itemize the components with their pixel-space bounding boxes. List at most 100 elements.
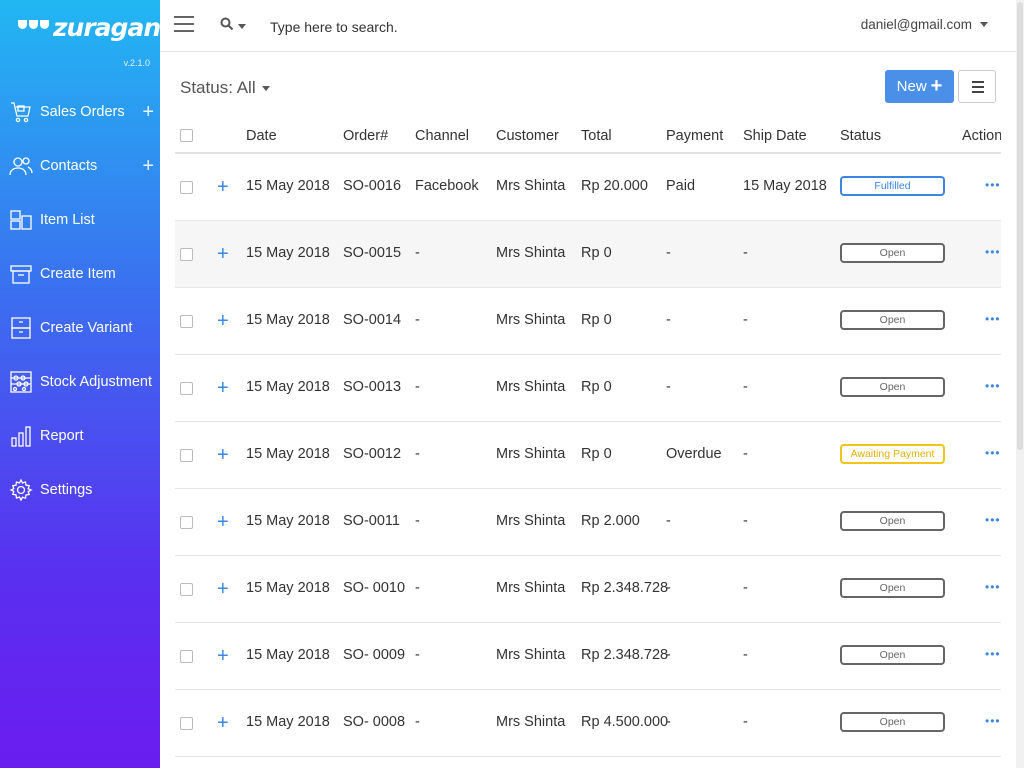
sidebar: zuragan v.2.1.0 Sales Orders + Contacts … <box>0 0 161 768</box>
table-row[interactable]: +15 May 2018 SO- 0009- Mrs Shinta Rp 2.348.… <box>175 623 1001 690</box>
table-row[interactable]: +15 May 2018 SO-0016 Facebook Mrs Shinta Rp … <box>175 154 1001 221</box>
row-actions-icon[interactable]: ••• <box>985 446 1001 460</box>
column-header-total[interactable]: Total <box>581 128 612 144</box>
table-row[interactable]: +15 May 2018 SO-0015- Mrs Shinta Rp 0- - Open… <box>175 221 1001 288</box>
search-icon <box>220 17 234 36</box>
row-checkbox[interactable] <box>180 315 193 328</box>
status-badge: Open <box>840 712 945 732</box>
column-header-channel[interactable]: Channel <box>415 128 469 144</box>
page-scrollbar[interactable] <box>1016 0 1024 768</box>
row-checkbox[interactable] <box>180 516 193 529</box>
sidebar-item-contacts[interactable]: Contacts + <box>0 139 160 193</box>
cell-order-number[interactable]: SO-0014 <box>343 312 401 328</box>
user-menu[interactable]: daniel@gmail.com <box>861 17 988 32</box>
row-actions-icon[interactable]: ••• <box>985 580 1001 594</box>
row-checkbox[interactable] <box>180 382 193 395</box>
table-row[interactable]: +15 May 2018 SO-0012- Mrs Shinta Rp 0 Overdu… <box>175 422 1001 489</box>
cell-order-number[interactable]: SO- 0010 <box>343 580 405 596</box>
list-view-button[interactable] <box>958 70 996 103</box>
status-badge: Open <box>840 645 945 665</box>
sidebar-item-report[interactable]: Report <box>0 409 160 463</box>
column-header-status[interactable]: Status <box>840 128 881 144</box>
cell-total: Rp 4.500.000 <box>581 714 669 730</box>
expand-row-icon[interactable]: + <box>217 713 229 733</box>
sidebar-item-settings[interactable]: Settings <box>0 463 160 517</box>
cell-order-number[interactable]: SO-0013 <box>343 379 401 395</box>
row-actions-icon[interactable]: ••• <box>985 714 1001 728</box>
cell-total: Rp 0 <box>581 446 612 462</box>
row-checkbox[interactable] <box>180 583 193 596</box>
table-row[interactable]: +15 May 2018 SO- 0010- Mrs Shinta Rp 2.348.… <box>175 556 1001 623</box>
chevron-down-icon <box>261 85 270 91</box>
add-contact-icon[interactable]: + <box>142 156 154 176</box>
row-actions-icon[interactable]: ••• <box>985 647 1001 661</box>
cell-payment: - <box>666 580 671 596</box>
table-row[interactable]: +15 May 2018 SO- 0008- Mrs Shinta Rp 4.500.… <box>175 690 1001 757</box>
scrollbar-thumb[interactable] <box>1017 2 1023 450</box>
cell-order-number[interactable]: SO-0016 <box>343 178 401 194</box>
search-input[interactable] <box>270 15 570 39</box>
row-checkbox[interactable] <box>180 650 193 663</box>
column-header-ship-date[interactable]: Ship Date <box>743 128 807 144</box>
expand-row-icon[interactable]: + <box>217 177 229 197</box>
row-actions-icon[interactable]: ••• <box>985 379 1001 393</box>
expand-row-icon[interactable]: + <box>217 311 229 331</box>
cell-date: 15 May 2018 <box>246 446 330 462</box>
cell-payment: Overdue <box>666 446 722 462</box>
top-bar: daniel@gmail.com <box>160 0 1016 52</box>
table-row[interactable]: +15 May 2018 SO-0014- Mrs Shinta Rp 0- - Open… <box>175 288 1001 355</box>
column-header-order[interactable]: Order# <box>343 128 388 144</box>
contacts-icon <box>8 153 34 179</box>
row-checkbox[interactable] <box>180 181 193 194</box>
sidebar-item-item-list[interactable]: Item List <box>0 193 160 247</box>
status-filter-dropdown[interactable]: Status: All <box>180 78 270 98</box>
zuragan-logo[interactable]: zuragan <box>18 12 161 42</box>
expand-row-icon[interactable]: + <box>217 646 229 666</box>
row-checkbox[interactable] <box>180 449 193 462</box>
row-checkbox[interactable] <box>180 717 193 730</box>
cell-payment: - <box>666 379 671 395</box>
cell-order-number[interactable]: SO-0012 <box>343 446 401 462</box>
chevron-down-icon <box>980 22 988 27</box>
select-all-checkbox[interactable] <box>180 129 193 142</box>
cell-order-number[interactable]: SO-0015 <box>343 245 401 261</box>
sidebar-item-create-variant[interactable]: Create Variant <box>0 301 160 355</box>
cell-total: Rp 20.000 <box>581 178 648 194</box>
cell-order-number[interactable]: SO-0011 <box>343 513 400 529</box>
hamburger-menu-icon[interactable] <box>174 16 194 32</box>
column-header-payment[interactable]: Payment <box>666 128 723 144</box>
row-actions-icon[interactable]: ••• <box>985 513 1001 527</box>
sidebar-item-stock-adjustment[interactable]: Stock Adjustment <box>0 355 160 409</box>
cell-channel: - <box>415 513 420 529</box>
expand-row-icon[interactable]: + <box>217 579 229 599</box>
table-row[interactable]: +15 May 2018 SO-0011- Mrs Shinta Rp 2.000- -… <box>175 489 1001 556</box>
sidebar-item-label: Report <box>40 428 84 444</box>
cell-ship-date: - <box>743 513 748 529</box>
row-actions-icon[interactable]: ••• <box>985 178 1001 192</box>
sidebar-item-create-item[interactable]: Create Item <box>0 247 160 301</box>
cell-order-number[interactable]: SO- 0009 <box>343 647 405 663</box>
cell-order-number[interactable]: SO- 0008 <box>343 714 405 730</box>
cell-customer: Mrs Shinta <box>496 714 566 730</box>
expand-row-icon[interactable]: + <box>217 378 229 398</box>
new-order-button[interactable]: New + <box>885 70 954 103</box>
expand-row-icon[interactable]: + <box>217 445 229 465</box>
cell-date: 15 May 2018 <box>246 714 330 730</box>
add-sales-order-icon[interactable]: + <box>142 102 154 122</box>
search-dropdown[interactable] <box>220 17 246 36</box>
sidebar-item-label: Sales Orders <box>40 104 125 120</box>
expand-row-icon[interactable]: + <box>217 244 229 264</box>
cell-ship-date: 15 May 2018 <box>743 178 827 194</box>
expand-row-icon[interactable]: + <box>217 512 229 532</box>
sidebar-item-sales-orders[interactable]: Sales Orders + <box>0 85 160 139</box>
column-header-date[interactable]: Date <box>246 128 277 144</box>
cell-total: Rp 2.348.728 <box>581 580 669 596</box>
table-row[interactable]: +15 May 2018 SO-0013- Mrs Shinta Rp 0- - Open… <box>175 355 1001 422</box>
sales-orders-table: Date Order# Channel Customer Total Payme… <box>175 120 1001 768</box>
cell-total: Rp 0 <box>581 312 612 328</box>
row-checkbox[interactable] <box>180 248 193 261</box>
row-actions-icon[interactable]: ••• <box>985 312 1001 326</box>
column-header-customer[interactable]: Customer <box>496 128 559 144</box>
row-actions-icon[interactable]: ••• <box>985 245 1001 259</box>
cell-total: Rp 0 <box>581 379 612 395</box>
